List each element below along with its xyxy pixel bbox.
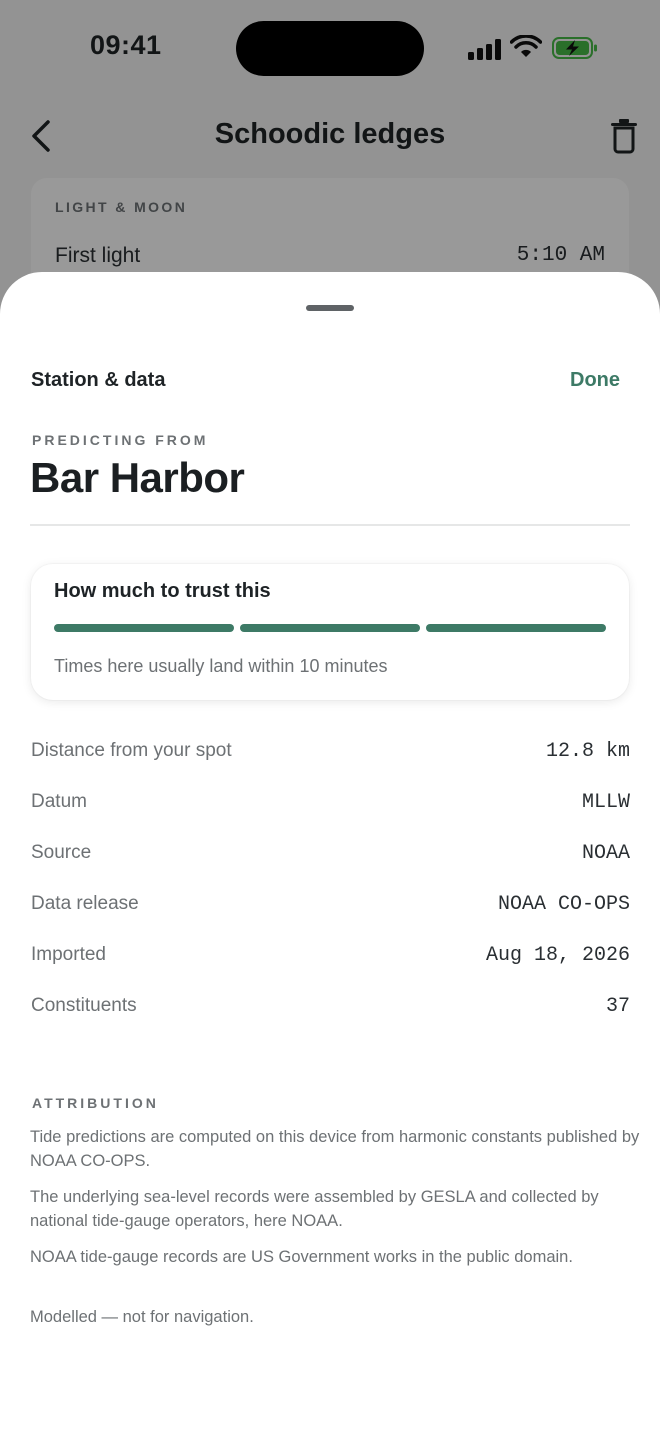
detail-row-distance: Distance from your spot 12.8 km: [31, 736, 630, 768]
attribution-paragraph: The underlying sea-level records were as…: [30, 1188, 599, 1230]
attribution-heading: ATTRIBUTION: [32, 1095, 159, 1111]
done-button[interactable]: Done: [570, 369, 620, 392]
detail-value: NOAA: [581, 842, 630, 865]
detail-value: MLLW: [581, 791, 630, 814]
detail-row-source: Source NOAA: [31, 838, 630, 870]
sheet-title: Station & data: [31, 369, 166, 391]
detail-label: Data release: [31, 893, 139, 914]
detail-row-imported: Imported Aug 18, 2026: [31, 940, 630, 972]
detail-value: Aug 18, 2026: [485, 944, 630, 967]
attribution-paragraph: Tide predictions are computed on this de…: [30, 1128, 640, 1170]
detail-row-data-release: Data release NOAA CO-OPS: [31, 889, 630, 921]
trust-card: How much to trust this Times here usuall…: [31, 564, 629, 700]
attribution-paragraph: Modelled — not for navigation.: [30, 1308, 254, 1326]
detail-row-datum: Datum MLLW: [31, 787, 630, 819]
detail-label: Imported: [31, 944, 106, 965]
detail-label: Distance from your spot: [31, 740, 232, 761]
station-data-sheet: Station & data Done PREDICTING FROM Bar …: [0, 272, 660, 1434]
trust-title: How much to trust this: [54, 580, 271, 602]
trust-meter-segment: [54, 624, 234, 632]
detail-value: 37: [605, 995, 630, 1018]
detail-label: Source: [31, 842, 92, 863]
sheet-grabber[interactable]: [306, 305, 354, 311]
detail-label: Datum: [31, 791, 87, 812]
trust-note: Times here usually land within 10 minute…: [54, 656, 388, 676]
trust-meter-segment: [240, 624, 420, 632]
predicting-from-label: PREDICTING FROM: [32, 432, 209, 448]
detail-value: 12.8 km: [545, 740, 630, 763]
detail-label: Constituents: [31, 995, 137, 1016]
detail-row-constituents: Constituents 37: [31, 991, 630, 1023]
attribution-paragraph: NOAA tide-gauge records are US Governmen…: [30, 1248, 573, 1266]
station-name: Bar Harbor: [30, 454, 245, 501]
divider: [30, 524, 630, 526]
trust-meter-segment: [426, 624, 606, 632]
detail-value: NOAA CO-OPS: [497, 893, 630, 916]
